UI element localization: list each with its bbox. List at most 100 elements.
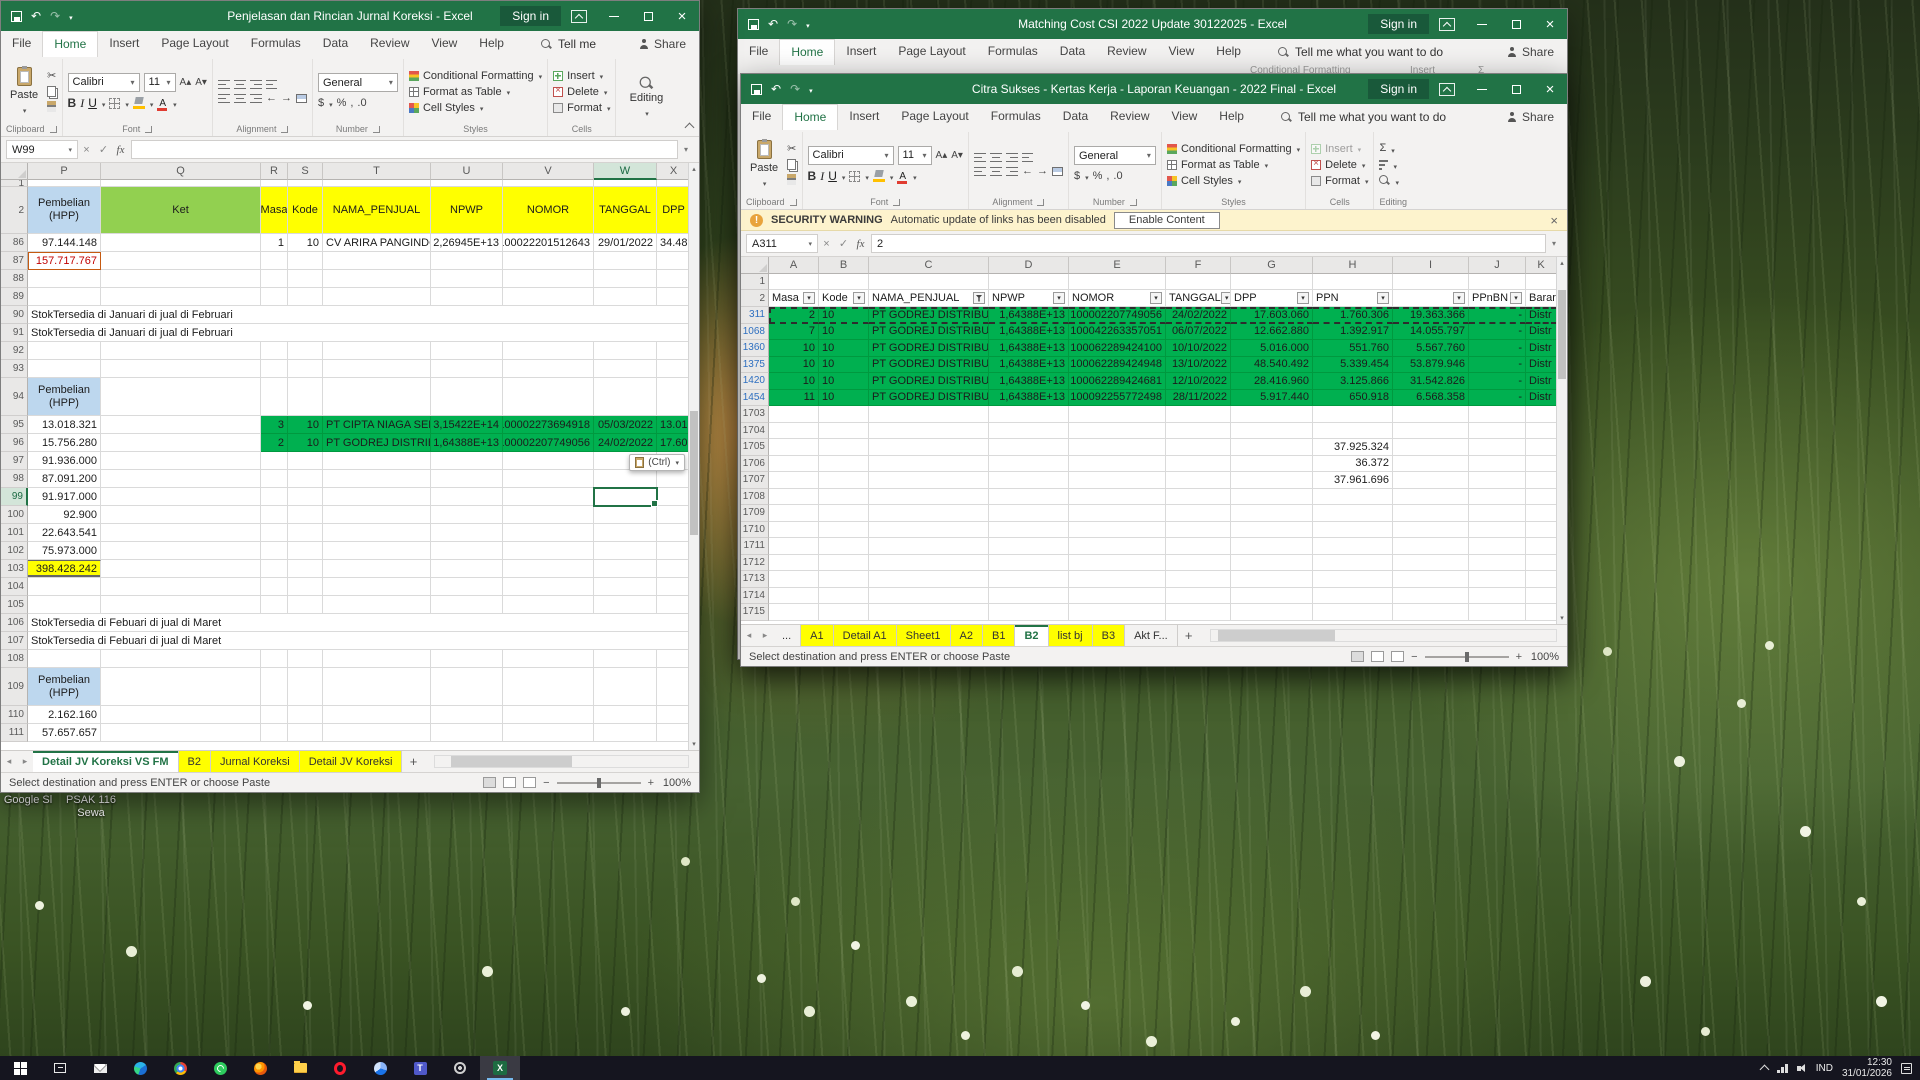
cell-S89[interactable] <box>288 288 323 306</box>
bold-button[interactable]: B <box>808 169 817 183</box>
cell-H1704[interactable] <box>1313 423 1393 440</box>
cell-I2[interactable]: ▾ <box>1393 290 1469 307</box>
row-header-1706[interactable]: 1706 <box>741 456 769 473</box>
new-sheet-button[interactable] <box>402 751 424 772</box>
cell-J1714[interactable] <box>1469 588 1526 605</box>
cell-R104[interactable] <box>261 578 288 596</box>
cell-I1706[interactable] <box>1393 456 1469 473</box>
cell-G311[interactable]: 17.603.060 <box>1231 307 1313 324</box>
cell-E1709[interactable] <box>1069 505 1166 522</box>
cell-I1709[interactable] <box>1393 505 1469 522</box>
sheet-tab-b3[interactable]: B3 <box>1093 625 1125 646</box>
row-header-102[interactable]: 102 <box>1 542 28 560</box>
cell-C1454[interactable]: PT GODREJ DISTRIBUTIOI <box>869 390 989 407</box>
paste-button[interactable]: Paste <box>6 67 42 116</box>
save-icon[interactable] <box>11 11 22 22</box>
ribbon-tab-page-layout[interactable]: Page Layout <box>890 104 979 130</box>
cell-V86[interactable]: 100022201512643 <box>503 234 594 252</box>
cell-J1708[interactable] <box>1469 489 1526 506</box>
cell-T97[interactable] <box>323 452 431 470</box>
cell-E1703[interactable] <box>1069 406 1166 423</box>
conditional-formatting-button[interactable]: Conditional Formatting <box>1167 141 1300 156</box>
cell-J1711[interactable] <box>1469 538 1526 555</box>
cell-A1715[interactable] <box>769 604 819 621</box>
scroll-thumb[interactable] <box>690 411 698 535</box>
cell-U95[interactable]: 3,15422E+14 <box>431 416 503 434</box>
row-header-94[interactable]: 94 <box>1 378 28 416</box>
increase-font-icon[interactable] <box>936 150 948 161</box>
row-header-97[interactable]: 97 <box>1 452 28 470</box>
minimize-button[interactable] <box>597 1 631 31</box>
zoom-thumb[interactable] <box>597 778 601 788</box>
ribbon-tab-review[interactable]: Review <box>1096 39 1157 65</box>
page-break-view-icon[interactable] <box>1391 651 1404 662</box>
row-header-98[interactable]: 98 <box>1 470 28 488</box>
cell-D1710[interactable] <box>989 522 1069 539</box>
cell-D1713[interactable] <box>989 571 1069 588</box>
task-view-button[interactable] <box>40 1056 80 1080</box>
cell-H1708[interactable] <box>1313 489 1393 506</box>
zoom-out-icon[interactable]: − <box>1411 651 1417 663</box>
browser-app-button[interactable] <box>360 1056 400 1080</box>
cell-J1454[interactable]: - <box>1469 390 1526 407</box>
maximize-button[interactable] <box>1499 9 1533 39</box>
ribbon-tab-home[interactable]: Home <box>782 104 838 130</box>
cell-A1068[interactable]: 7 <box>769 324 819 341</box>
cell-V111[interactable] <box>503 724 594 742</box>
cell-P102[interactable]: 75.973.000 <box>28 542 101 560</box>
column-header-R[interactable]: R <box>261 163 288 180</box>
fill-color-icon[interactable] <box>133 97 145 109</box>
cell-S111[interactable] <box>288 724 323 742</box>
row-header-1068[interactable]: 1068 <box>741 324 769 341</box>
cell-P95[interactable]: 13.018.321 <box>28 416 101 434</box>
cell-H311[interactable]: 1.760.306 <box>1313 307 1393 324</box>
cell-H1712[interactable] <box>1313 555 1393 572</box>
column-header-H[interactable]: H <box>1313 257 1393 274</box>
cell-R97[interactable] <box>261 452 288 470</box>
cell-T101[interactable] <box>323 524 431 542</box>
cell-S2[interactable]: Kode <box>288 187 323 234</box>
title-bar[interactable]: Matching Cost CSI 2022 Update 30122025 -… <box>738 9 1567 39</box>
cell-C1710[interactable] <box>869 522 989 539</box>
cell-H1705[interactable]: 37.925.324 <box>1313 439 1393 456</box>
wrap-text-icon[interactable] <box>266 80 277 89</box>
cell-C1703[interactable] <box>869 406 989 423</box>
cell-S100[interactable] <box>288 506 323 524</box>
cell-Q89[interactable] <box>101 288 261 306</box>
underline-button[interactable]: U <box>88 96 97 110</box>
sheet-nav-right-icon[interactable] <box>17 751 33 772</box>
ribbon-tab-data[interactable]: Data <box>312 31 359 57</box>
row-header-86[interactable]: 86 <box>1 234 28 252</box>
row-header-1420[interactable]: 1420 <box>741 373 769 390</box>
cell-R86[interactable]: 1 <box>261 234 288 252</box>
cell-A1375[interactable]: 10 <box>769 357 819 374</box>
cell-Q88[interactable] <box>101 270 261 288</box>
font-dialog-launcher[interactable] <box>893 199 900 206</box>
zoom-out-icon[interactable]: − <box>543 777 549 789</box>
copy-icon[interactable] <box>47 86 56 97</box>
cell-K1704[interactable] <box>1526 423 1556 440</box>
row-header-2[interactable]: 2 <box>741 290 769 307</box>
cell-I1710[interactable] <box>1393 522 1469 539</box>
whatsapp-app-button[interactable] <box>200 1056 240 1080</box>
row-header-110[interactable]: 110 <box>1 706 28 724</box>
cell-E1375[interactable]: 100062289424948 <box>1069 357 1166 374</box>
scroll-up-icon[interactable]: ▴ <box>692 163 696 175</box>
tell-me-box[interactable]: Tell me what you want to do <box>1278 45 1443 65</box>
row-header-1711[interactable]: 1711 <box>741 538 769 555</box>
cell-R89[interactable] <box>261 288 288 306</box>
minimize-button[interactable] <box>1465 9 1499 39</box>
cell-P103[interactable]: 398.428.242 <box>28 560 101 578</box>
cell-B1703[interactable] <box>819 406 869 423</box>
cell-S98[interactable] <box>288 470 323 488</box>
cell-F1715[interactable] <box>1166 604 1231 621</box>
row-header-311[interactable]: 311 <box>741 307 769 324</box>
cell-V101[interactable] <box>503 524 594 542</box>
cell-A1711[interactable] <box>769 538 819 555</box>
cell-J1068[interactable]: - <box>1469 324 1526 341</box>
cell-C1707[interactable] <box>869 472 989 489</box>
cell-V94[interactable] <box>503 378 594 416</box>
cell-J1709[interactable] <box>1469 505 1526 522</box>
cell-A2[interactable]: Masa▾ <box>769 290 819 307</box>
share-button[interactable]: Share <box>1494 110 1567 130</box>
